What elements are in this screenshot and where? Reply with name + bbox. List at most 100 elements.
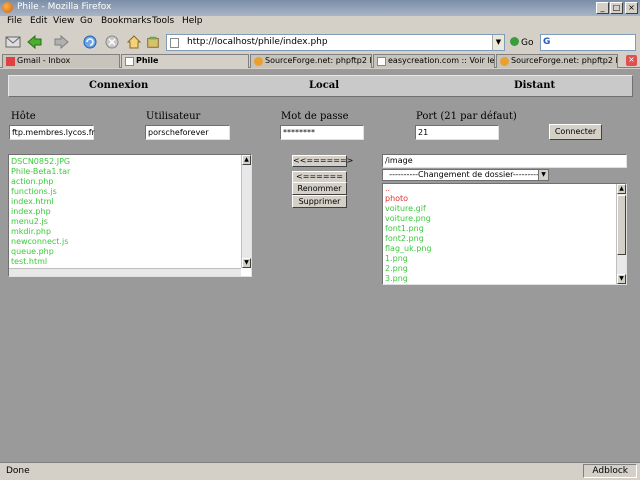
password-input[interactable]: ******** — [280, 125, 364, 140]
local-file-item[interactable]: queue.php — [9, 247, 251, 257]
user-input[interactable]: porscheforever — [145, 125, 230, 140]
scroll-up-icon[interactable]: ▲ — [617, 184, 626, 194]
local-vertical-scrollbar[interactable]: ▲ ▼ — [241, 155, 251, 268]
maximize-button[interactable]: □ — [610, 2, 623, 14]
rename-button[interactable]: Renommer — [292, 182, 347, 195]
menu-view[interactable]: View — [53, 16, 74, 26]
folder-change-select[interactable]: ----------Changement de dossier---------… — [382, 169, 549, 181]
close-window-button[interactable]: × — [625, 2, 638, 14]
local-file-item[interactable]: menu2.js — [9, 217, 251, 227]
email-icon[interactable] — [5, 34, 21, 50]
menu-edit[interactable]: Edit — [30, 16, 47, 26]
header-local: Local — [309, 80, 340, 91]
page-content: Connexion Local Distant Hôte Utilisateur… — [0, 69, 640, 462]
search-box[interactable]: G — [540, 34, 636, 51]
navigation-toolbar: http://localhost/phile/index.php ▼ Go G — [0, 30, 640, 54]
local-file-item[interactable]: mkdir.php — [9, 227, 251, 237]
tab-sourceforge-1[interactable]: SourceForge.net: phpftp2 Pr... — [250, 54, 372, 68]
password-label: Mot de passe — [281, 111, 349, 122]
scroll-up-icon[interactable]: ▲ — [242, 155, 251, 165]
menu-bookmarks[interactable]: Bookmarks — [101, 16, 151, 26]
tab-sourceforge-2[interactable]: SourceForge.net: phpftp2 Pr... — [496, 54, 618, 68]
remote-items: .. photo voiture.gif voiture.png font1.png fo… — [383, 184, 626, 284]
tab-label: Gmail - Inbox — [17, 56, 71, 65]
remote-file-item[interactable]: 3.png — [383, 274, 626, 284]
remote-file-item[interactable]: voiture.png — [383, 214, 626, 224]
local-horizontal-scrollbar[interactable] — [9, 268, 241, 276]
delete-button[interactable]: Supprimer — [292, 195, 347, 208]
back-icon[interactable] — [26, 34, 42, 50]
sourceforge-icon — [254, 57, 263, 66]
tab-strip: Gmail - Inbox Phile SourceForge.net: php… — [0, 54, 640, 68]
upload-button[interactable]: <<======> — [292, 155, 353, 167]
remote-file-list[interactable]: .. photo voiture.gif voiture.png font1.png fo… — [382, 183, 627, 285]
menu-tools[interactable]: Tools — [152, 16, 174, 26]
window-title: Phile - Mozilla Firefox — [17, 2, 112, 12]
remote-file-item[interactable]: font1.png — [383, 224, 626, 234]
remote-file-item[interactable]: 1.png — [383, 254, 626, 264]
tab-label: SourceForge.net: phpftp2 Pr... — [265, 56, 371, 65]
sourceforge-icon — [500, 57, 509, 66]
menu-help[interactable]: Help — [182, 16, 203, 26]
page-icon — [170, 38, 179, 48]
local-file-item[interactable]: functions.js — [9, 187, 251, 197]
page-icon — [377, 57, 386, 66]
tab-gmail[interactable]: Gmail - Inbox — [2, 54, 120, 68]
remote-file-item[interactable]: 2.png — [383, 264, 626, 274]
remote-vertical-scrollbar[interactable]: ▲ ▼ — [616, 184, 626, 284]
connect-button[interactable]: Connecter — [549, 124, 602, 140]
scroll-down-icon[interactable]: ▼ — [617, 274, 626, 284]
port-label: Port (21 par défaut) — [416, 111, 517, 122]
local-file-item[interactable]: DSCN0852.JPG — [9, 157, 251, 167]
remote-file-item[interactable]: flag_uk.png — [383, 244, 626, 254]
status-bar: Done Adblock — [0, 462, 640, 480]
local-file-item[interactable]: Phile-Beta1.tar — [9, 167, 251, 177]
url-dropdown-icon[interactable]: ▼ — [492, 35, 504, 50]
tab-label: Phile — [136, 56, 159, 65]
adblock-button[interactable]: Adblock — [583, 464, 637, 478]
status-text: Done — [6, 466, 30, 476]
remote-file-item[interactable]: font2.png — [383, 234, 626, 244]
go-button[interactable]: Go — [510, 37, 533, 48]
local-items: DSCN0852.JPG Phile-Beta1.tar action.php fun… — [9, 155, 251, 267]
go-label: Go — [521, 38, 534, 48]
scroll-down-icon[interactable]: ▼ — [242, 258, 251, 268]
port-input[interactable]: 21 — [415, 125, 499, 140]
scroll-thumb[interactable] — [617, 195, 626, 255]
remote-file-item[interactable]: voiture.gif — [383, 204, 626, 214]
go-icon — [510, 37, 519, 46]
stop-icon[interactable] — [104, 34, 120, 50]
forward-icon[interactable] — [54, 34, 70, 50]
menu-bar: File Edit View Go Bookmarks Tools Help — [0, 16, 640, 30]
menu-go[interactable]: Go — [80, 16, 92, 26]
close-tab-icon[interactable]: × — [626, 55, 637, 66]
local-file-item[interactable]: index.html — [9, 197, 251, 207]
local-file-item[interactable]: index.php — [9, 207, 251, 217]
header-connexion: Connexion — [89, 80, 149, 91]
local-file-item[interactable]: action.php — [9, 177, 251, 187]
address-bar[interactable]: http://localhost/phile/index.php ▼ — [166, 34, 505, 51]
folder-select-value: ----------Changement de dossier---------… — [389, 170, 542, 179]
section-header: Connexion Local Distant — [8, 75, 633, 97]
url-text: http://localhost/phile/index.php — [187, 37, 328, 47]
remote-folder-item[interactable]: .. — [383, 184, 626, 194]
tab-phile[interactable]: Phile — [121, 54, 249, 68]
page-icon — [125, 57, 134, 66]
chevron-down-icon: ▼ — [538, 170, 548, 180]
firefox-icon — [2, 2, 13, 13]
local-file-item[interactable]: newconnect.js — [9, 237, 251, 247]
reload-icon[interactable] — [82, 34, 98, 50]
minimize-button[interactable]: _ — [596, 2, 609, 14]
tab-easycreation[interactable]: easycreation.com :: Voir le s... — [373, 54, 495, 68]
menu-file[interactable]: File — [7, 16, 22, 26]
home-icon[interactable] — [126, 34, 142, 50]
remote-folder-item[interactable]: photo — [383, 194, 626, 204]
remote-path-input[interactable]: /image — [382, 154, 627, 168]
window-titlebar: Phile - Mozilla Firefox _ □ × — [0, 0, 640, 16]
user-label: Utilisateur — [146, 111, 201, 122]
host-input[interactable]: ftp.membres.lycos.fr — [9, 125, 95, 140]
local-file-list[interactable]: DSCN0852.JPG Phile-Beta1.tar action.php fun… — [8, 154, 252, 277]
bookmark-manager-icon[interactable] — [146, 34, 160, 50]
gmail-icon — [6, 57, 15, 66]
local-file-item[interactable]: test.html — [9, 257, 251, 267]
